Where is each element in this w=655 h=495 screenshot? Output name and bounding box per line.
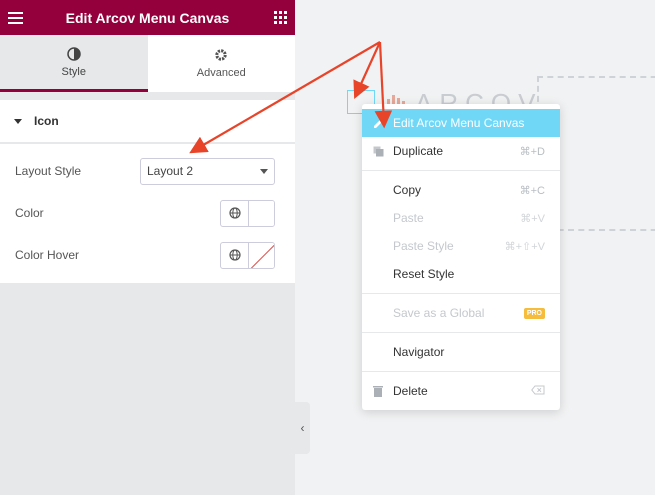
editor-panel: Edit Arcov Menu Canvas Style Advanced Ic… [0, 0, 295, 495]
menu-item-label: Copy [393, 183, 422, 197]
menu-item-label: Duplicate [393, 144, 444, 158]
menu-divider [362, 371, 560, 372]
menu-item-label: Navigator [393, 345, 445, 359]
globe-icon[interactable] [221, 242, 249, 268]
menu-item-delete[interactable]: Delete [362, 377, 560, 405]
globe-icon[interactable] [221, 200, 249, 226]
color-hover-row: Color Hover [15, 241, 275, 269]
controls-area: Layout Style Layout 2 Color Color Hover [0, 143, 295, 283]
menu-item-shortcut: ⌘+⇧+V [504, 240, 545, 253]
menu-item-label: Paste Style [393, 239, 454, 253]
menu-item-label: Paste [393, 211, 424, 225]
menu-item-copy[interactable]: Copy ⌘+C [362, 176, 560, 204]
pencil-icon [372, 117, 384, 129]
duplicate-icon [372, 145, 384, 157]
dropdown-arrow-icon [260, 168, 268, 174]
gear-icon [215, 49, 227, 61]
tab-style[interactable]: Style [0, 35, 148, 92]
panel-title: Edit Arcov Menu Canvas [65, 9, 230, 26]
menu-item-label: Reset Style [393, 267, 455, 281]
layout-style-label: Layout Style [15, 164, 82, 178]
menu-item-reset-style[interactable]: Reset Style [362, 260, 560, 288]
color-row: Color [15, 199, 275, 227]
section-title: Icon [34, 114, 59, 128]
menu-divider [362, 170, 560, 171]
pro-badge: PRO [523, 307, 545, 319]
panel-header: Edit Arcov Menu Canvas [0, 0, 295, 35]
widgets-grid-icon[interactable] [265, 0, 295, 35]
color-hover-picker [220, 241, 275, 269]
tab-advanced-label: Advanced [196, 67, 246, 79]
menu-item-shortcut: ⌘+D [519, 145, 545, 158]
menu-divider [362, 293, 560, 294]
contrast-icon [67, 46, 81, 61]
caret-down-icon [14, 118, 22, 124]
color-label: Color [15, 206, 44, 220]
tab-advanced[interactable]: Advanced [147, 35, 295, 92]
hamburger-menu-icon[interactable] [0, 0, 30, 35]
menu-item-label: Delete [393, 384, 428, 398]
collapse-panel-button[interactable]: ‹ [295, 402, 310, 454]
layout-style-select[interactable]: Layout 2 [140, 157, 275, 185]
color-hover-label: Color Hover [15, 248, 80, 262]
menu-item-paste-style[interactable]: Paste Style ⌘+⇧+V [362, 232, 560, 260]
chevron-left-icon: ‹ [300, 421, 305, 435]
tab-style-label: Style [61, 65, 86, 78]
menu-divider [362, 332, 560, 333]
menu-item-label: Edit Arcov Menu Canvas [393, 116, 525, 130]
context-menu: Edit Arcov Menu Canvas Duplicate ⌘+D Cop… [362, 104, 560, 410]
color-picker [220, 199, 275, 227]
menu-item-paste[interactable]: Paste ⌘+V [362, 204, 560, 232]
color-hover-swatch-empty[interactable] [249, 242, 274, 268]
menu-item-label: Save as a Global [393, 306, 485, 320]
layout-style-value: Layout 2 [147, 164, 194, 178]
panel-tabs: Style Advanced [0, 35, 295, 92]
trash-icon [372, 385, 384, 397]
backspace-key-icon [531, 385, 545, 398]
color-swatch[interactable] [249, 200, 274, 226]
menu-item-shortcut: ⌘+V [520, 212, 545, 225]
menu-item-shortcut: ⌘+C [519, 184, 545, 197]
section-icon-toggle[interactable]: Icon [0, 100, 295, 142]
menu-item-duplicate[interactable]: Duplicate ⌘+D [362, 137, 560, 165]
menu-item-save-global[interactable]: Save as a Global PRO [362, 299, 560, 327]
menu-item-navigator[interactable]: Navigator [362, 338, 560, 366]
menu-item-edit[interactable]: Edit Arcov Menu Canvas [362, 109, 560, 137]
layout-style-row: Layout Style Layout 2 [15, 157, 275, 185]
